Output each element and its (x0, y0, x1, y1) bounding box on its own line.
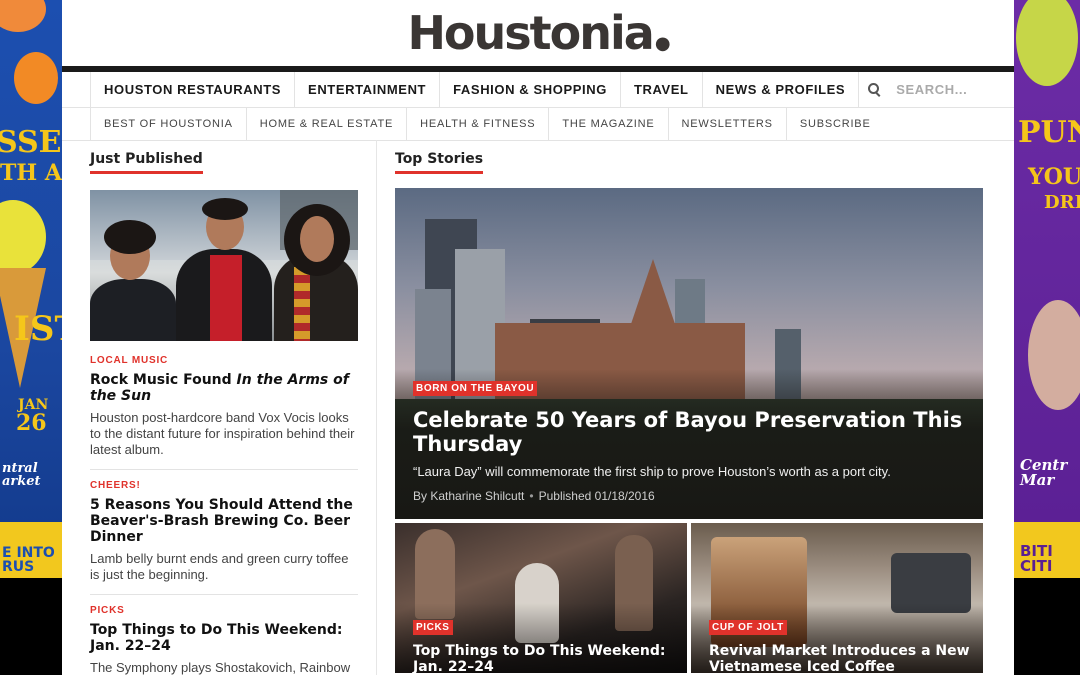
primary-nav: HOUSTON RESTAURANTS ENTERTAINMENT FASHIO… (62, 71, 1014, 108)
tile-title[interactable]: Revival Market Introduces a New Vietname… (709, 643, 971, 673)
nav-fashion-shopping[interactable]: FASHION & SHOPPING (439, 71, 620, 108)
ad-headline: TH A (0, 160, 62, 186)
story-tile[interactable]: CUP OF JOLT Revival Market Introduces a … (691, 523, 983, 673)
texas-star-icon: ● (654, 33, 671, 54)
column-divider (376, 140, 377, 675)
story-title[interactable]: 5 Reasons You Should Attend the Beaver's… (90, 497, 358, 545)
story-title[interactable]: Rock Music Found In the Arms of the Sun (90, 372, 358, 404)
ad-headline: YOU (1028, 164, 1080, 190)
left-ad-skin[interactable]: SSERT TH A IST JAN 26 ntral arket E INTO… (0, 0, 62, 578)
just-published-column: Just Published LOCAL MUSIC Rock Music Fo… (90, 150, 358, 675)
hero-text: BORN ON THE BAYOU Celebrate 50 Years of … (413, 378, 965, 503)
nav-news-profiles[interactable]: NEWS & PROFILES (701, 71, 859, 108)
hero-published-date: Published 01/18/2016 (538, 489, 655, 503)
tile-title[interactable]: Top Things to Do This Weekend: Jan. 22–2… (413, 643, 675, 673)
ad-headline: DRI (1044, 192, 1080, 213)
ad-headline: SSERT (0, 125, 62, 160)
top-stories-heading: Top Stories (395, 151, 484, 174)
person-right-head (300, 216, 334, 262)
story-title[interactable]: Top Things to Do This Weekend: Jan. 22–2… (90, 622, 358, 654)
tile-tag[interactable]: CUP OF JOLT (709, 620, 787, 635)
left-ad-bottom (0, 578, 62, 675)
story-title-part: Rock Music Found (90, 372, 237, 388)
list-item: CHEERS! 5 Reasons You Should Attend the … (90, 469, 358, 583)
masthead: Houstonia ● (62, 0, 1014, 66)
story-kicker[interactable]: PICKS (90, 605, 358, 616)
secondary-nav: BEST OF HOUSTONIA HOME & REAL ESTATE HEA… (62, 107, 1014, 141)
nav-the-magazine[interactable]: THE MAGAZINE (548, 107, 667, 141)
tile-tag[interactable]: PICKS (413, 620, 453, 635)
ad-glass-graphic (1028, 300, 1080, 410)
ad-script-text: ntral arket (2, 461, 41, 489)
ad-headline: IST (14, 309, 62, 349)
story-dek: Houston post-hardcore band Vox Vocis loo… (90, 410, 355, 457)
site-logo[interactable]: Houstonia ● (407, 6, 671, 60)
ad-date-day: 26 (16, 410, 47, 436)
nav-travel[interactable]: TRAVEL (619, 71, 702, 108)
hero-dek: “Laura Day” will commemorate the first s… (413, 464, 891, 479)
page: Houstonia ● HOUSTON RESTAURANTS ENTERTAI… (62, 0, 1014, 675)
band-photo[interactable] (90, 190, 358, 341)
person-center-hair (202, 198, 248, 220)
hero-tag[interactable]: BORN ON THE BAYOU (413, 381, 538, 396)
ad-headline: PUN (1018, 115, 1080, 150)
hero-title[interactable]: Celebrate 50 Years of Bayou Preservation… (413, 408, 965, 456)
ad-lemon-graphic (0, 200, 46, 274)
search-box (858, 71, 987, 108)
hero-story[interactable]: BORN ON THE BAYOU Celebrate 50 Years of … (395, 188, 983, 519)
story-dek: The Symphony plays Shostakovich, Rainbow (90, 660, 351, 675)
ad-fruit-graphic (0, 0, 46, 32)
nav-houston-restaurants[interactable]: HOUSTON RESTAURANTS (90, 71, 294, 108)
search-icon[interactable] (868, 82, 882, 97)
search-input[interactable] (896, 82, 987, 97)
nav-entertainment[interactable]: ENTERTAINMENT (294, 71, 439, 108)
story-tiles: PICKS Top Things to Do This Weekend: Jan… (395, 523, 985, 673)
story-kicker[interactable]: LOCAL MUSIC (90, 355, 358, 366)
nav-newsletters[interactable]: NEWSLETTERS (667, 107, 786, 141)
hero-author[interactable]: By Katharine Shilcutt (413, 489, 524, 503)
ad-strip-text: E INTO RUS (2, 545, 55, 575)
person-left (90, 279, 176, 341)
story-dek: Lamb belly burnt ends and green curry to… (90, 551, 349, 582)
list-item: LOCAL MUSIC Rock Music Found In the Arms… (90, 355, 358, 458)
ad-fruit-graphic (1016, 0, 1078, 86)
story-kicker[interactable]: CHEERS! (90, 480, 358, 491)
ad-fruit-graphic (14, 52, 58, 104)
tile-text: CUP OF JOLT Revival Market Introduces a … (709, 617, 971, 673)
person-center-shirt (210, 255, 242, 341)
logo-text: Houstonia (407, 6, 654, 60)
hero-byline: By Katharine Shilcutt • Published 01/18/20… (413, 489, 965, 503)
person-left-hair (104, 220, 156, 254)
tile-text: PICKS Top Things to Do This Weekend: Jan… (413, 617, 675, 673)
nav-subscribe[interactable]: SUBSCRIBE (785, 107, 884, 141)
nav-best-of-houstonia[interactable]: BEST OF HOUSTONIA (90, 107, 246, 141)
meta-separator: • (529, 489, 534, 503)
ad-script-text: Centr Mar (1020, 456, 1068, 489)
right-ad-skin[interactable]: PUN YOU DRI Centr Mar BITI CITI (1014, 0, 1080, 578)
nav-health-fitness[interactable]: HEALTH & FITNESS (406, 107, 548, 141)
list-item: PICKS Top Things to Do This Weekend: Jan… (90, 594, 358, 675)
top-stories-column: Top Stories BORN ON THE BAYOU Celebrate … (395, 150, 985, 673)
nav-home-real-estate[interactable]: HOME & REAL ESTATE (245, 107, 406, 141)
ad-strip-text: BITI CITI (1020, 542, 1053, 575)
story-tile[interactable]: PICKS Top Things to Do This Weekend: Jan… (395, 523, 687, 673)
just-published-heading: Just Published (90, 151, 203, 174)
person-right-scarf (294, 267, 310, 341)
